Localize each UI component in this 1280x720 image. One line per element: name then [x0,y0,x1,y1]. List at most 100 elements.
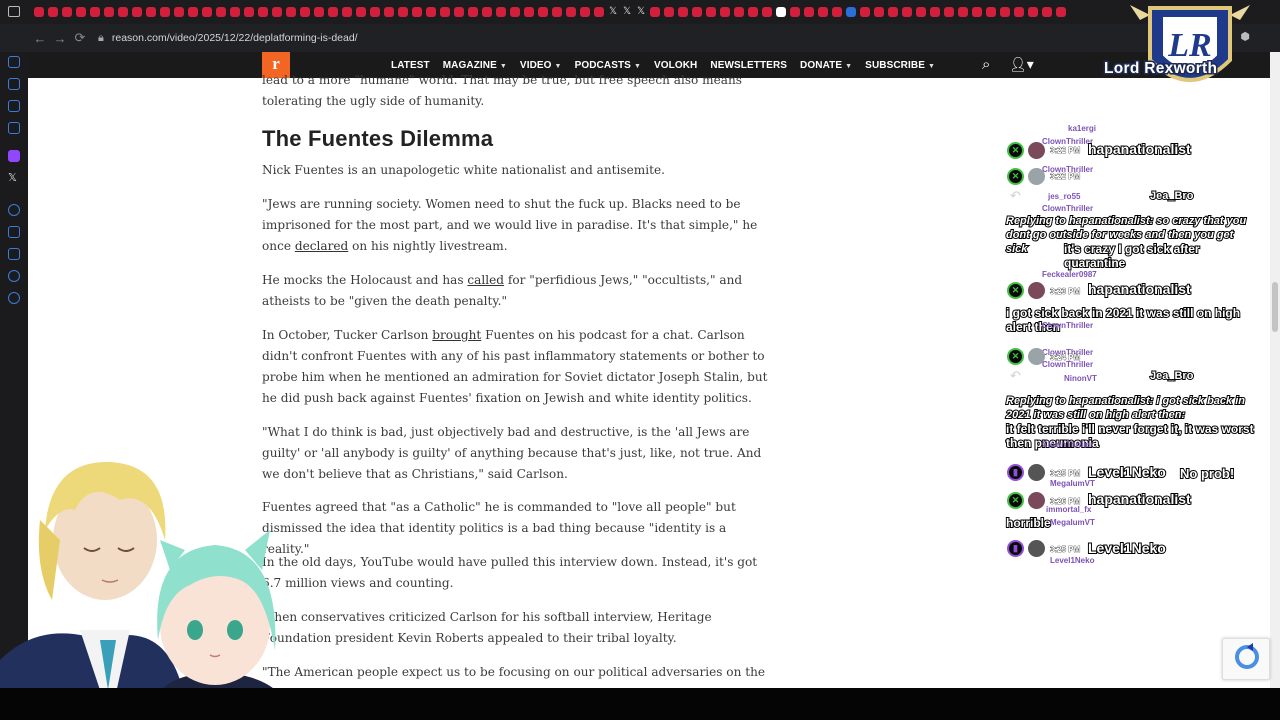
sidebar-clock-icon[interactable] [8,270,20,282]
browser-tab-favicon-icon[interactable] [580,7,590,17]
browser-tab-favicon-icon[interactable] [230,7,240,17]
sidebar-history-icon[interactable] [8,204,20,216]
browser-tab-favicon-icon[interactable] [482,7,492,17]
browser-tab-favicon-icon[interactable] [804,7,814,17]
browser-tab-favicon-icon[interactable] [384,7,394,17]
sidebar-window-icon[interactable] [8,122,20,134]
browser-tab-favicon-icon[interactable] [1000,7,1010,17]
browser-tab-favicon-icon[interactable] [524,7,534,17]
browser-tab-favicon-icon[interactable] [286,7,296,17]
menu-item-magazine[interactable]: MAGAZINE ▼ [443,60,507,71]
browser-tab-favicon-icon[interactable] [440,7,450,17]
menu-item-subscribe[interactable]: SUBSCRIBE ▼ [865,60,935,71]
browser-tab-favicon-icon[interactable] [776,7,786,17]
account-icon[interactable]: 👤︎▾ [1009,56,1034,73]
browser-tab-favicon-icon[interactable] [174,7,184,17]
browser-tab-favicon-icon[interactable] [146,7,156,17]
browser-tab-favicon-icon[interactable] [216,7,226,17]
browser-tab-favicon-icon[interactable] [818,7,828,17]
browser-tab-favicon-icon[interactable] [370,7,380,17]
menu-item-newsletters[interactable]: NEWSLETTERS [710,60,787,71]
browser-tab-favicon-icon[interactable] [342,7,352,17]
browser-tab-favicon-icon[interactable] [314,7,324,17]
browser-tab-favicon-icon[interactable] [468,7,478,17]
browser-tab-favicon-icon[interactable] [734,7,744,17]
browser-tab-favicon-icon[interactable] [356,7,366,17]
browser-tab-favicon-icon[interactable] [566,7,576,17]
browser-tab-favicon-icon[interactable] [944,7,954,17]
browser-tab-favicon-icon[interactable] [594,7,604,17]
browser-tab-favicon-icon[interactable] [1028,7,1038,17]
browser-tab-favicon-icon[interactable] [832,7,842,17]
browser-tab-favicon-icon[interactable] [90,7,100,17]
browser-tab-favicon-icon[interactable] [678,7,688,17]
browser-tab-favicon-icon[interactable] [790,7,800,17]
browser-tab-favicon-icon[interactable] [454,7,464,17]
menu-item-podcasts[interactable]: PODCASTS ▼ [575,60,641,71]
browser-tab-favicon-icon[interactable] [76,7,86,17]
menu-item-video[interactable]: VIDEO ▼ [520,60,562,71]
browser-tab-favicon-icon[interactable] [104,7,114,17]
browser-tab-favicon-icon[interactable] [188,7,198,17]
browser-tab-favicon-icon[interactable] [748,7,758,17]
browser-tab-favicon-icon[interactable] [538,7,548,17]
browser-tab-favicon-icon[interactable] [34,7,44,17]
browser-tab-favicon-icon[interactable] [762,7,772,17]
browser-tab-favicon-icon[interactable] [916,7,926,17]
browser-tab-favicon-icon[interactable] [1042,7,1052,17]
page-scrollbar[interactable] [1270,52,1280,688]
browser-tab-favicon-icon[interactable] [118,7,128,17]
browser-tab-favicon-icon[interactable] [902,7,912,17]
url-field[interactable]: reason.com/video/2025/12/22/deplatformin… [112,32,358,44]
declared-link[interactable]: declared [295,239,348,253]
browser-tab-favicon-icon[interactable]: 𝕏 [636,7,646,17]
sidebar-x-icon[interactable]: 𝕏 [8,172,20,184]
browser-tab-favicon-icon[interactable] [552,7,562,17]
tab-list-icon[interactable] [8,6,20,17]
browser-tab-favicon-icon[interactable] [720,7,730,17]
browser-tab-favicon-icon[interactable] [986,7,996,17]
sidebar-play-icon[interactable] [8,226,20,238]
forward-arrow-icon[interactable]: → [50,31,70,46]
browser-tab-favicon-icon[interactable] [412,7,422,17]
recaptcha-badge[interactable] [1222,638,1270,680]
browser-tab-favicon-icon[interactable] [846,7,856,17]
sidebar-settings-icon[interactable] [8,292,20,304]
browser-tab-favicon-icon[interactable] [972,7,982,17]
browser-tab-favicon-icon[interactable] [874,7,884,17]
browser-tab-favicon-icon[interactable] [664,7,674,17]
browser-tab-favicon-icon[interactable] [1056,7,1066,17]
sidebar-user-icon[interactable] [8,78,20,90]
browser-tab-favicon-icon[interactable] [202,7,212,17]
browser-tab-favicon-icon[interactable] [272,7,282,17]
sidebar-globe-icon[interactable] [8,56,20,68]
browser-tab-favicon-icon[interactable] [510,7,520,17]
browser-tab-favicon-icon[interactable] [888,7,898,17]
browser-tab-favicon-icon[interactable] [860,7,870,17]
called-link[interactable]: called [467,273,504,287]
browser-tab-favicon-icon[interactable] [160,7,170,17]
sidebar-mail-icon[interactable] [8,100,20,112]
browser-tab-favicon-icon[interactable] [706,7,716,17]
browser-tab-favicon-icon[interactable] [244,7,254,17]
back-arrow-icon[interactable]: ← [30,31,50,46]
browser-tab-favicon-icon[interactable] [426,7,436,17]
browser-tab-favicon-icon[interactable] [650,7,660,17]
browser-tab-favicon-icon[interactable]: 𝕏 [622,7,632,17]
browser-tab-favicon-icon[interactable] [258,7,268,17]
browser-tab-favicon-icon[interactable] [496,7,506,17]
browser-tab-favicon-icon[interactable] [300,7,310,17]
sidebar-twitch-icon[interactable] [8,150,20,162]
browser-tab-favicon-icon[interactable] [930,7,940,17]
brought-link[interactable]: brought [432,328,481,342]
scrollbar-thumb[interactable] [1272,282,1278,332]
browser-tab-favicon-icon[interactable] [958,7,968,17]
reload-icon[interactable]: ⟳ [70,30,90,46]
browser-tab-favicon-icon[interactable] [692,7,702,17]
menu-item-volokh[interactable]: VOLOKH [654,60,697,71]
browser-tab-favicon-icon[interactable] [62,7,72,17]
search-icon[interactable]: ⌕ [982,56,990,73]
sidebar-notes-icon[interactable] [8,248,20,260]
browser-tab-favicon-icon[interactable] [398,7,408,17]
menu-item-latest[interactable]: LATEST [391,60,430,71]
